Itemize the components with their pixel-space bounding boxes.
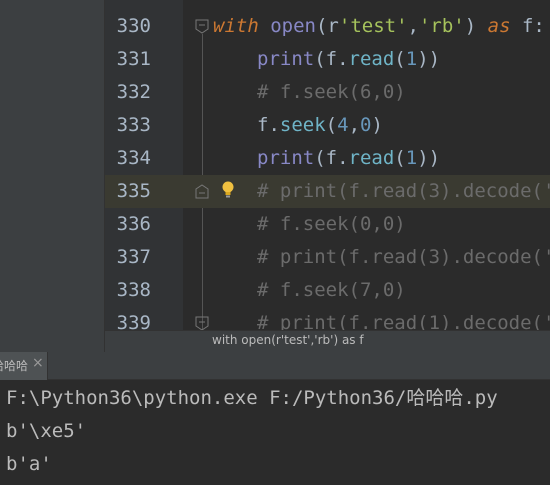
code-text: print(f.read(1)) (257, 43, 440, 76)
paren: ) (464, 15, 488, 37)
line-number: 337 (116, 246, 151, 268)
number-literal: 0 (360, 114, 372, 136)
run-tab-label: 哈哈哈 (0, 359, 29, 373)
code-line-current[interactable]: 335 # print(f.read(3).decode('u (105, 175, 550, 208)
number-literal: 1 (405, 48, 418, 70)
code-line[interactable]: 338 # f.seek(7,0) (105, 274, 550, 307)
breadcrumb-bar: with open(r'test','rb') as f (105, 330, 550, 352)
line-number: 333 (116, 114, 151, 136)
fold-marker-icon[interactable] (195, 19, 209, 34)
code-line[interactable]: 331 print(f.read(1)) (105, 43, 550, 76)
code-comment: # f.seek(0,0) (257, 213, 406, 235)
number-literal: 4 (337, 114, 349, 136)
paren: ( (394, 147, 406, 169)
code-line[interactable]: 330 with open(r'test','rb') as f: (105, 10, 550, 43)
paren: )) (417, 147, 441, 169)
paren: (r (315, 15, 339, 37)
line-number: 336 (116, 213, 151, 235)
run-tab[interactable]: 哈哈哈 × (0, 352, 48, 380)
comma: , (348, 114, 361, 136)
project-panel-strip (0, 0, 105, 352)
line-number: 331 (116, 48, 151, 70)
console-line: F:\Python36\python.exe F:/Python36/哈哈哈.p… (6, 387, 498, 409)
breadcrumb[interactable]: with open(r'test','rb') as f (212, 333, 364, 347)
paren: ( (394, 48, 406, 70)
code-comment: # f.seek(7,0) (257, 279, 406, 301)
code-line[interactable]: 332 # f.seek(6,0) (105, 76, 550, 109)
code-text: with open(r'test','rb') as f: (213, 10, 545, 43)
close-icon[interactable]: × (32, 355, 44, 371)
run-console[interactable]: F:\Python36\python.exe F:/Python36/哈哈哈.p… (0, 380, 550, 485)
code-editor[interactable]: 330 with open(r'test','rb') as f: 331 pr… (105, 0, 550, 330)
keyword-with: with (213, 15, 259, 37)
line-number: 339 (116, 312, 151, 330)
builtin-print: print (257, 48, 315, 70)
code-text: f.seek(4,0) (257, 109, 383, 142)
method-read: read (348, 147, 395, 169)
method-seek: seek (279, 114, 326, 136)
run-tab-bar: 哈哈哈 × (0, 352, 550, 380)
code-line[interactable]: 333 f.seek(4,0) (105, 109, 550, 142)
string-literal: 'rb' (418, 15, 465, 37)
code-part: (f. (314, 147, 349, 169)
code-line[interactable]: 336 # f.seek(0,0) (105, 208, 550, 241)
paren: ( (325, 114, 338, 136)
fold-marker-icon[interactable] (195, 184, 209, 199)
fold-marker-icon[interactable] (195, 316, 209, 330)
builtin-open: open (270, 15, 316, 37)
line-number: 335 (116, 180, 151, 202)
code-comment: # print(f.read(1).decode('u (257, 312, 550, 330)
code-line[interactable]: 337 # print(f.read(3).decode('u (105, 241, 550, 274)
paren: )) (417, 48, 441, 70)
keyword-as: as (487, 15, 511, 37)
method-read: read (348, 48, 395, 70)
code-comment: # print(f.read(3).decode('u (257, 246, 550, 268)
builtin-print: print (257, 147, 315, 169)
lightbulb-icon[interactable] (221, 180, 235, 200)
line-number: 330 (116, 15, 151, 37)
code-line[interactable]: 334 print(f.read(1)) (105, 142, 550, 175)
code-line[interactable]: 339 # print(f.read(1).decode('u (105, 307, 550, 330)
line-number: 332 (116, 81, 151, 103)
paren: ) (371, 114, 383, 136)
line-number: 338 (116, 279, 151, 301)
code-text: print(f.read(1)) (257, 142, 440, 175)
string-literal: 'test' (338, 15, 408, 37)
number-literal: 1 (405, 147, 418, 169)
code-part: (f. (314, 48, 349, 70)
comma: , (407, 15, 419, 37)
code-comment: # print(f.read(3).decode('u (257, 180, 550, 202)
line-number: 334 (116, 147, 151, 169)
console-line: b'\xe5' (6, 420, 87, 442)
code-rest: f: (510, 15, 545, 37)
code-part: f. (257, 114, 280, 136)
code-comment: # f.seek(6,0) (257, 81, 406, 103)
console-line: b'a' (6, 453, 52, 475)
